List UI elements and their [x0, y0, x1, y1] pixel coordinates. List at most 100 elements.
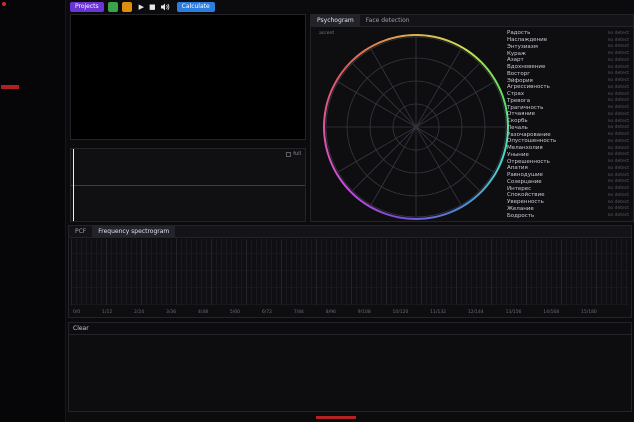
playback-controls: ▶ ■ [139, 3, 170, 11]
emotion-list: Радость no detect Наслаждение no detect … [507, 30, 629, 219]
full-checkbox[interactable] [286, 152, 291, 157]
status-error-indicator [316, 416, 356, 419]
psychogram-panel: Psychogram Face detection accent [310, 14, 634, 222]
emotion-value: no detect [608, 31, 629, 36]
emotion-name: Уныние [507, 152, 529, 158]
emotion-name: Азарт [507, 57, 524, 63]
emotion-row: Наслаждение no detect [507, 37, 629, 44]
emotion-name: Кураж [507, 51, 526, 57]
emotion-value: no detect [608, 51, 629, 56]
emotion-row: Энтузиазм no detect [507, 44, 629, 51]
time-tick-label: 3/36 [166, 310, 176, 315]
sidebar-item-alert[interactable] [1, 85, 19, 89]
emotion-row: Азарт no detect [507, 57, 629, 64]
time-tick-label: 15/180 [581, 310, 597, 315]
emotion-value: no detect [608, 38, 629, 43]
projects-button[interactable]: Projects [70, 2, 104, 12]
play-icon[interactable]: ▶ [139, 4, 144, 11]
emotion-name: Апатия [507, 165, 528, 171]
emotion-value: no detect [608, 152, 629, 157]
playhead-handle[interactable] [73, 149, 74, 221]
orange-tool-button[interactable] [122, 2, 132, 12]
emotion-name: Энтузиазм [507, 44, 538, 50]
video-preview [70, 14, 306, 140]
emotion-row: Вдохновение no detect [507, 64, 629, 71]
green-tool-button[interactable] [108, 2, 118, 12]
emotion-value: no detect [608, 146, 629, 151]
time-tick-label: 2/24 [134, 310, 144, 315]
emotion-value: no detect [608, 78, 629, 83]
full-scale-toggle[interactable]: full [286, 151, 301, 157]
psychogram-radar-chart [323, 34, 509, 220]
emotion-value: no detect [608, 65, 629, 70]
emotion-value: no detect [608, 125, 629, 130]
emotion-value: no detect [608, 105, 629, 110]
emotion-row: Опустошенность no detect [507, 138, 629, 145]
time-tick-label: 6/72 [262, 310, 272, 315]
main-toolbar: Projects ▶ ■ Calculate [70, 2, 215, 12]
emotion-name: Агрессивность [507, 84, 550, 90]
emotion-name: Равнодушие [507, 172, 543, 178]
emotion-row: Страх no detect [507, 91, 629, 98]
emotion-row: Тревога no detect [507, 98, 629, 105]
time-tick-label: 12/144 [468, 310, 484, 315]
emotion-value: no detect [608, 98, 629, 103]
time-tick-label: 9/108 [358, 310, 371, 315]
emotion-row: Созерцание no detect [507, 179, 629, 186]
emotion-value: no detect [608, 186, 629, 191]
stop-icon[interactable]: ■ [149, 4, 156, 11]
tab-pcf[interactable]: PCF [69, 226, 92, 237]
emotion-row: Бодрость no detect [507, 212, 629, 219]
emotion-value: no detect [608, 206, 629, 211]
emotion-value: no detect [608, 44, 629, 49]
emotion-name: Меланхолия [507, 145, 543, 151]
emotion-row: Желание no detect [507, 206, 629, 213]
emotion-name: Радость [507, 30, 530, 36]
emotion-name: Наслаждение [507, 37, 547, 43]
emotion-row: Печаль no detect [507, 125, 629, 132]
emotion-value: no detect [608, 179, 629, 184]
emotion-value: no detect [608, 166, 629, 171]
emotion-row: Кураж no detect [507, 50, 629, 57]
time-tick-label: 4/48 [198, 310, 208, 315]
emotion-value: no detect [608, 132, 629, 137]
emotion-row: Агрессивность no detect [507, 84, 629, 91]
volume-icon[interactable] [161, 3, 170, 11]
emotion-value: no detect [608, 112, 629, 117]
emotion-row: Трагичность no detect [507, 104, 629, 111]
radar-grid-lines [323, 34, 509, 220]
calculate-button[interactable]: Calculate [177, 2, 215, 12]
time-tick-label: 10/120 [393, 310, 409, 315]
waveform-baseline [71, 185, 305, 186]
emotion-name: Интерес [507, 186, 531, 192]
tab-face-detection[interactable]: Face detection [360, 15, 416, 26]
emotion-row: Восторг no detect [507, 71, 629, 78]
emotion-row: Скорбь no detect [507, 118, 629, 125]
time-tick-label: 14/168 [543, 310, 559, 315]
time-tick-label: 1/12 [102, 310, 112, 315]
emotion-name: Разочарование [507, 132, 551, 138]
emotion-row: Спокойствие no detect [507, 192, 629, 199]
emotion-name: Желание [507, 206, 534, 212]
emotion-value: no detect [608, 85, 629, 90]
emotion-name: Вдохновение [507, 64, 545, 70]
psychogram-tabstrip: Psychogram Face detection [311, 15, 633, 27]
time-tick-label: 5/60 [230, 310, 240, 315]
time-tick-label: 11/132 [430, 310, 446, 315]
emotion-name: Страх [507, 91, 524, 97]
emotion-name: Скорбь [507, 118, 528, 124]
clear-panel: Clear [68, 322, 632, 412]
emotion-row: Равнодушие no detect [507, 172, 629, 179]
emotion-value: no detect [608, 213, 629, 218]
emotion-value: no detect [608, 92, 629, 97]
emotion-name: Бодрость [507, 213, 534, 219]
tab-psychogram[interactable]: Psychogram [311, 15, 360, 26]
clear-button[interactable]: Clear [73, 325, 89, 332]
emotion-row: Уныние no detect [507, 152, 629, 159]
emotion-name: Отчаяние [507, 111, 535, 117]
tab-frequency-spectrogram[interactable]: Frequency spectrogram [92, 226, 175, 237]
emotion-value: no detect [608, 200, 629, 205]
emotion-row: Разочарование no detect [507, 131, 629, 138]
emotion-name: Уверенность [507, 199, 544, 205]
emotion-row: Отчаяние no detect [507, 111, 629, 118]
